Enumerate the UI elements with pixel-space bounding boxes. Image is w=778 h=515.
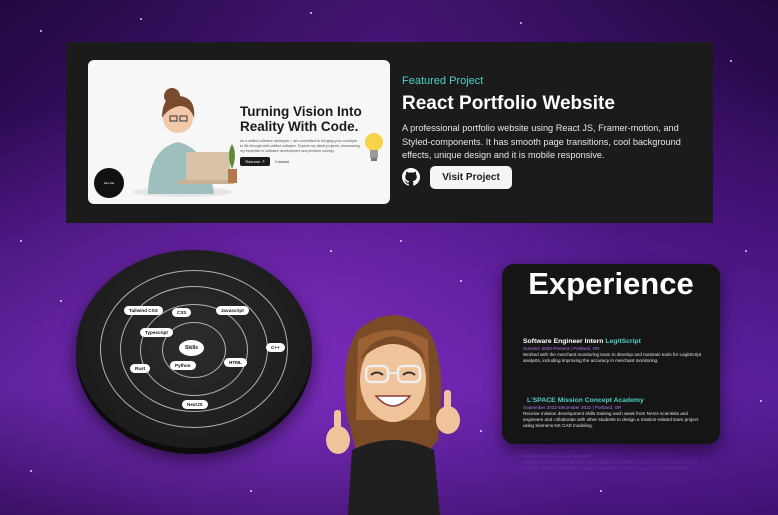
project-description: A professional portfolio website using R… [402, 123, 681, 160]
job-role[interactable]: L'SPACE Mission Concept Academy [527, 397, 644, 404]
job-dates: Summer 2023-Present | Portland, OR [523, 346, 600, 351]
skill-chip[interactable]: NextJS [182, 400, 208, 409]
developer-illustration [133, 88, 237, 197]
skill-chip[interactable]: C++ [266, 343, 285, 352]
skill-chip[interactable]: Python [170, 361, 196, 370]
experience-reflection: Receive mission development skills train… [522, 446, 702, 472]
project-title[interactable]: React Portfolio Website [402, 93, 615, 115]
job-title: L'SPACE Mission Concept Academy [523, 397, 703, 404]
job-title: Software Engineer Intern LegitScript [523, 338, 703, 345]
skill-chip[interactable]: Typescript [140, 328, 173, 337]
skills-orbit: Skills Tailwind CSS CSS Javascript Types… [76, 250, 312, 448]
reflection-text: Receive mission development skills train… [522, 453, 698, 471]
skill-chip[interactable]: Javascript [216, 306, 249, 315]
experience-item: Software Engineer Intern LegitScript Sum… [523, 338, 703, 364]
job-description: Receive mission development skills train… [523, 411, 699, 429]
featured-project-label: Featured Project [402, 75, 484, 87]
preview-headline: Turning Vision Into Reality With Code. [240, 104, 362, 134]
featured-project-card: Turning Vision Into Reality With Code. A… [66, 42, 713, 223]
project-preview-image[interactable]: Turning Vision Into Reality With Code. A… [88, 60, 390, 204]
preview-blurb: As a skilled software developer, I am co… [240, 139, 360, 153]
experience-card: Experience Software Engineer Intern Legi… [502, 264, 720, 444]
experience-item: L'SPACE Mission Concept Academy Septembe… [523, 397, 703, 430]
experience-title: Experience [528, 266, 694, 301]
job-dates: September 2022-December 2022 | Portland,… [523, 405, 622, 410]
skill-chip[interactable]: HTML [224, 358, 247, 367]
job-company-link[interactable]: LegitScript [605, 338, 641, 345]
job-role: Software Engineer Intern [523, 338, 606, 345]
skills-center: Skills [179, 340, 205, 356]
bitmoji-avatar [326, 315, 460, 515]
lightbulb-icon [365, 133, 383, 161]
github-icon[interactable] [402, 168, 420, 186]
visit-project-button[interactable]: Visit Project [430, 166, 512, 189]
skill-chip[interactable]: Rust [130, 364, 151, 373]
skill-chip[interactable]: CSS [172, 308, 192, 317]
skill-chip[interactable]: Tailwind CSS [124, 306, 163, 315]
job-description: Worked with the merchant monitoring team… [523, 352, 702, 364]
preview-resume-button: Resume ↗ [240, 157, 270, 166]
preview-contact-link: Contact [275, 159, 289, 164]
preview-hire-badge: Hire Me [94, 168, 124, 198]
